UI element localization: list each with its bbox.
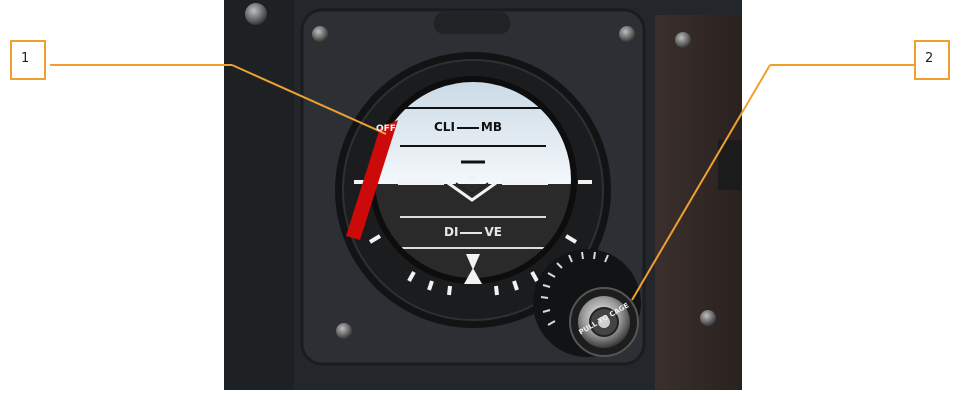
climb-label-right: MB bbox=[480, 120, 503, 134]
screw-icon bbox=[675, 32, 691, 48]
callout-label-1: 1 bbox=[21, 51, 30, 66]
climb-label-left: CLI bbox=[434, 120, 455, 134]
screw-icon bbox=[336, 323, 352, 339]
dive-label: DI VE bbox=[444, 225, 502, 239]
cockpit-illustration: OFF CLI MB DI VE PULL TO CAGE 1 2 bbox=[0, 0, 968, 390]
dive-label-right: VE bbox=[484, 225, 502, 239]
callout-box-1: 1 bbox=[10, 40, 46, 80]
dive-label-left: DI bbox=[444, 225, 459, 239]
screw-icon bbox=[700, 310, 716, 326]
callout-label-2: 2 bbox=[925, 51, 934, 66]
screw-icon bbox=[312, 26, 328, 42]
callout-box-2: 2 bbox=[914, 40, 950, 80]
screw-icon bbox=[245, 3, 267, 25]
off-flag-label: OFF bbox=[376, 124, 396, 134]
screw-icon bbox=[619, 26, 635, 42]
climb-label: CLI MB bbox=[434, 120, 502, 134]
